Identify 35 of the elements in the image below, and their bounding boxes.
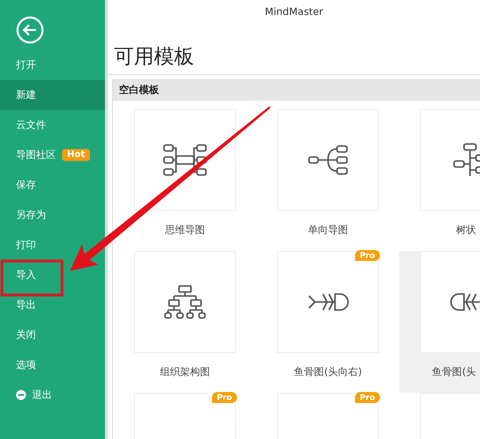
menu-item[interactable]: 另存为 <box>0 200 105 230</box>
exit-link[interactable]: 退出 <box>32 388 52 402</box>
section-header: 空白模板 <box>113 79 480 101</box>
template-label: 树状 <box>455 224 477 237</box>
pro-badge: Pro <box>212 392 237 403</box>
template-label: 单向导图 <box>307 224 349 237</box>
menu-item[interactable]: 打印 <box>0 230 105 260</box>
template-card[interactable] <box>134 109 236 211</box>
template-label: 鱼骨图(头向右) <box>293 366 363 379</box>
back-icon[interactable] <box>16 16 44 44</box>
menu-item[interactable]: 选项 <box>0 350 105 380</box>
menu-item[interactable]: 导入 <box>0 260 105 290</box>
template-card[interactable]: Pro <box>277 251 379 353</box>
template-label: 鱼骨图(头 <box>431 366 477 379</box>
menu-item[interactable]: 新建 <box>0 80 105 110</box>
template-card[interactable] <box>134 251 236 353</box>
menu-item[interactable]: 打开 <box>0 50 105 80</box>
org-chart-icon <box>162 284 208 320</box>
menu-item[interactable]: 保存 <box>0 170 105 200</box>
menu-item[interactable]: 云文件 <box>0 110 105 140</box>
menu-item[interactable]: 导出 <box>0 290 105 320</box>
template-card[interactable]: Pro <box>277 393 379 439</box>
hot-badge: Hot <box>62 149 90 161</box>
menu-item[interactable]: 关闭 <box>0 320 105 350</box>
mind-map-icon <box>162 142 208 178</box>
pro-badge: Pro <box>354 250 380 261</box>
right-map-icon <box>305 142 351 178</box>
minus-circle-icon <box>16 390 26 400</box>
template-label: 组织架构图 <box>159 366 211 379</box>
page-heading: 可用模板 <box>108 33 480 75</box>
template-card[interactable]: Pro <box>134 393 236 439</box>
pro-badge: Pro <box>354 392 380 403</box>
menu-item[interactable]: 导图社区 <box>16 148 56 162</box>
template-label: 思维导图 <box>164 224 206 237</box>
window-title: MindMaster <box>264 6 324 20</box>
